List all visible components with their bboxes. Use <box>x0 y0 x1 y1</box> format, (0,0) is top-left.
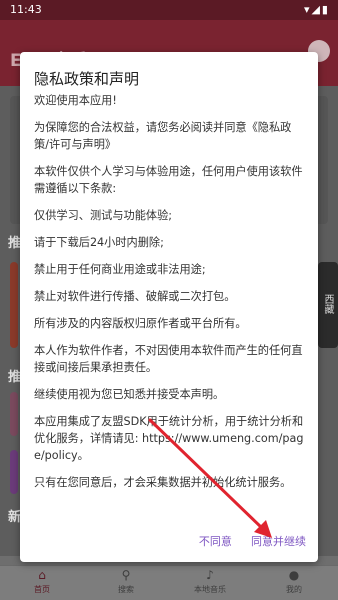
dialog-paragraph: 继续使用视为您已知悉并接受本声明。 <box>34 388 225 401</box>
person-icon: ● <box>288 568 300 582</box>
playlist-card[interactable] <box>10 392 18 436</box>
home-icon: ⌂ <box>38 568 46 582</box>
nav-search-label: 搜索 <box>118 585 134 594</box>
nav-home-label: 首页 <box>34 585 50 594</box>
accept-button[interactable]: 同意并继续 <box>251 533 306 549</box>
dialog-paragraph: 欢迎使用本应用! <box>34 94 117 107</box>
album-card[interactable]: 西藏 <box>318 262 338 348</box>
nav-home[interactable]: ⌂ 首页 <box>12 568 72 595</box>
music-icon: ♪ <box>206 568 214 582</box>
dialog-paragraph: 所有涉及的内容版权归原作者或平台所有。 <box>34 317 247 330</box>
dialog-body: 欢迎使用本应用! 为保障您的合法权益，请您务必阅读并同意《隐私政策/许可与声明》… <box>34 92 306 501</box>
playlist-card[interactable] <box>10 450 18 494</box>
dialog-title: 隐私政策和声明 <box>34 70 140 88</box>
nav-mine-label: 我的 <box>286 585 302 594</box>
dialog-paragraph: 仅供学习、测试与功能体验; <box>34 209 173 222</box>
dialog-paragraph: 只有在您同意后，才会采集数据并初始化统计服务。 <box>34 476 292 489</box>
dialog-paragraph: 本应用集成了友盟SDK用于统计分析，用于统计分析和优化服务，详情请见: http… <box>34 415 304 462</box>
dialog-paragraph: 本人作为软件作者，不对因使用本软件而产生的任何直接或间接后果承担责任。 <box>34 344 303 374</box>
nav-local-music-label: 本地音乐 <box>194 585 226 594</box>
dialog-paragraph: 请于下载后24小时内删除; <box>34 236 164 249</box>
nav-mine[interactable]: ● 我的 <box>264 568 324 595</box>
cover-text: 西藏 <box>322 294 333 314</box>
bottom-nav: ⌂ 首页 ⚲ 搜索 ♪ 本地音乐 ● 我的 <box>0 565 338 600</box>
dialog-paragraph: 禁止用于任何商业用途或非法用途; <box>34 263 206 276</box>
status-icons: ▾◢▮ <box>303 3 330 16</box>
nav-local-music[interactable]: ♪ 本地音乐 <box>180 568 240 595</box>
dialog-paragraph: 为保障您的合法权益，请您务必阅读并同意《隐私政策/许可与声明》 <box>34 121 292 151</box>
decline-button[interactable]: 不同意 <box>199 533 232 549</box>
nav-search[interactable]: ⚲ 搜索 <box>96 568 156 595</box>
status-time: 11:43 <box>10 3 42 16</box>
search-icon: ⚲ <box>121 568 131 582</box>
album-card[interactable] <box>10 262 18 348</box>
dialog-actions: 不同意 同意并继续 <box>185 530 306 548</box>
dialog-paragraph: 禁止对软件进行传播、破解或二次打包。 <box>34 290 236 303</box>
status-bar: 11:43 ▾◢▮ <box>0 0 338 20</box>
privacy-dialog: 隐私政策和声明 欢迎使用本应用! 为保障您的合法权益，请您务必阅读并同意《隐私政… <box>20 52 318 562</box>
dialog-paragraph: 本软件仅供个人学习与体验用途，任何用户使用该软件需遵循以下条款: <box>34 165 303 195</box>
